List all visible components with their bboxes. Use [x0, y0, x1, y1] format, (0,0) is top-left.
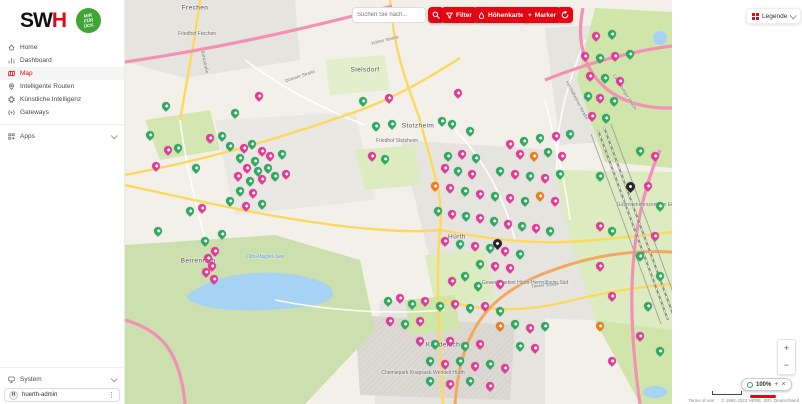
zoom-out-button[interactable]: −	[778, 357, 795, 374]
map-icon	[8, 70, 15, 77]
search-icon	[432, 11, 440, 19]
add-marker-button[interactable]: + Marker	[523, 7, 561, 23]
map-canvas[interactable]	[125, 0, 672, 404]
copyright-text: © 1992-2023 HERE, IGN, Deutschland	[721, 398, 799, 403]
sidebar-item-home[interactable]: Home	[0, 41, 124, 54]
zoom-level-icon	[747, 382, 753, 388]
app-window: SWH MIRFÜRÜCK. Home Dashboard Map Intellige…	[0, 0, 802, 404]
sidebar-item-gateways[interactable]: Gateways	[0, 106, 124, 119]
home-icon	[8, 44, 15, 51]
sidebar-nav: Home Dashboard Map Intelligente Routen Künst…	[0, 41, 124, 119]
logo-badge: MIRFÜRÜCK.	[74, 6, 102, 34]
system-label: System	[20, 376, 42, 383]
sidebar-item-dashboard[interactable]: Dashboard	[0, 54, 124, 67]
avatar: H	[9, 391, 18, 400]
zoom-popup-plus-button[interactable]: +	[774, 381, 778, 388]
zoom-popup-close-button[interactable]: ×	[781, 381, 785, 388]
plus-icon: +	[528, 12, 532, 19]
sidebar-item-label: Home	[20, 44, 37, 51]
user-name: huerth-admin	[22, 392, 57, 398]
user-account[interactable]: H huerth-admin ⋮	[4, 388, 120, 402]
map-zoom-control: + −	[777, 339, 796, 375]
routes-icon	[8, 83, 15, 90]
zoom-percent: 100%	[756, 382, 771, 388]
terms-of-use-link[interactable]: Terms of use	[688, 398, 714, 403]
kebab-menu-icon[interactable]: ⋮	[108, 392, 115, 399]
refresh-button[interactable]	[557, 7, 573, 23]
legend-button[interactable]: Legende	[746, 8, 801, 24]
sidebar-item-label: Gateways	[20, 109, 49, 116]
map-scale-bar	[712, 391, 742, 395]
chevron-down-icon	[111, 375, 118, 382]
apps-grid-icon	[8, 133, 15, 140]
ai-icon	[8, 96, 15, 103]
sidebar-item-map[interactable]: Map	[0, 67, 124, 80]
sidebar-item-apps[interactable]: Apps	[0, 130, 124, 143]
map-area[interactable]: FrechenSielsdorfStotzheimBerrenrathKende…	[125, 0, 672, 404]
gateway-icon	[8, 109, 15, 116]
sidebar-item-system[interactable]: System	[0, 373, 124, 386]
sidebar-item-label: Map	[20, 70, 33, 77]
zoom-in-button[interactable]: +	[778, 340, 795, 357]
sidebar-item-k-nstliche-intelligenz[interactable]: Künstliche Intelligenz	[0, 93, 124, 106]
sidebar-divider	[0, 124, 124, 125]
monitor-icon	[8, 376, 15, 383]
elevation-map-button[interactable]: Höhenkarte	[473, 7, 529, 23]
apps-label: Apps	[20, 133, 35, 140]
filter-button[interactable]: Filter	[441, 7, 477, 23]
legend-grid-icon	[752, 13, 759, 20]
droplet-icon	[478, 12, 485, 19]
sidebar-divider	[0, 367, 124, 368]
sidebar-item-label: Künstliche Intelligenz	[20, 96, 81, 103]
browser-zoom-popup: 100% + ×	[741, 378, 792, 391]
sidebar: SWH MIRFÜRÜCK. Home Dashboard Map Intellige…	[0, 0, 125, 404]
right-panel: Legende + − 100% + × Terms of use © 1992…	[672, 0, 802, 404]
chevron-down-icon	[790, 12, 797, 19]
search-input[interactable]	[352, 7, 426, 23]
sidebar-item-label: Intelligente Routen	[20, 83, 74, 90]
filter-icon	[446, 12, 453, 19]
sidebar-item-label: Dashboard	[20, 57, 52, 64]
dashboard-icon	[8, 57, 15, 64]
sidebar-item-intelligente-routen[interactable]: Intelligente Routen	[0, 80, 124, 93]
refresh-icon	[561, 11, 569, 19]
chevron-down-icon	[111, 132, 118, 139]
map-attribution: Terms of use © 1992-2023 HERE, IGN, Deut…	[688, 398, 799, 403]
logo: SWH MIRFÜRÜCK.	[0, 3, 124, 39]
logo-text: SWH	[20, 9, 66, 33]
